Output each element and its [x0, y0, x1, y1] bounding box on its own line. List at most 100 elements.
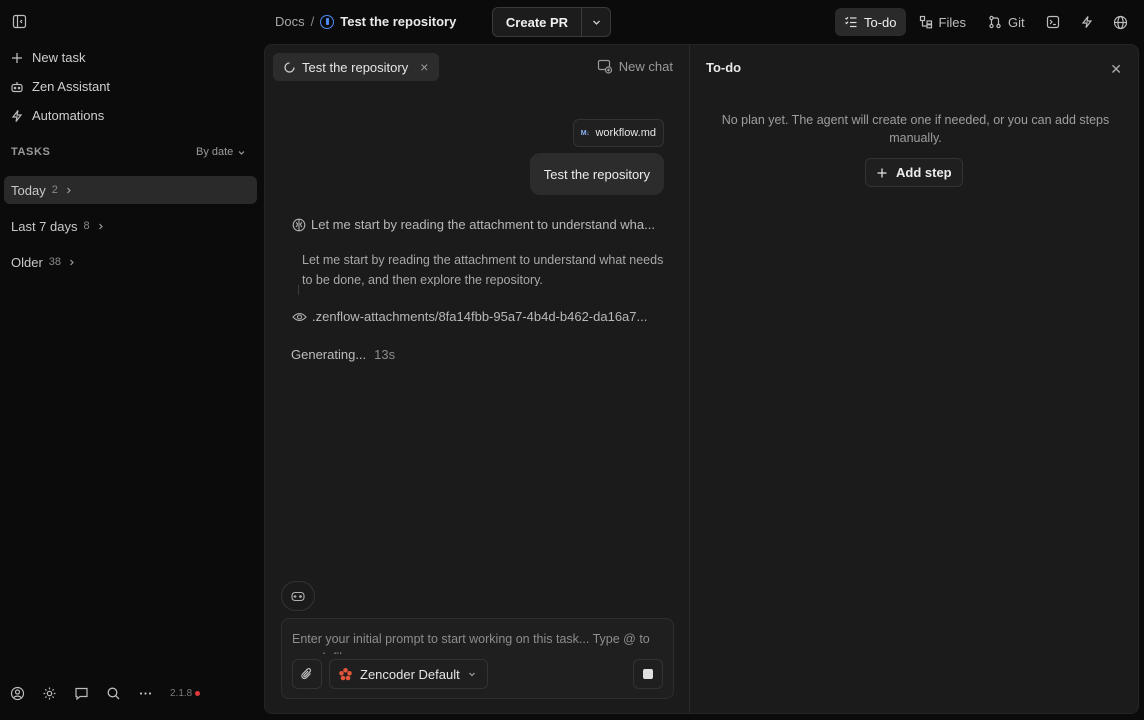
todo-pane: To-do ✕ No plan yet. The agent will crea… — [689, 45, 1138, 713]
task-group-older[interactable]: Older 38 — [4, 248, 257, 276]
panel-tabs: To-do Files Git — [835, 8, 1136, 36]
chevron-down-icon — [237, 148, 246, 157]
sort-label: By date — [196, 146, 234, 158]
globe-icon — [1113, 15, 1128, 30]
plus-icon — [10, 51, 24, 65]
model-name: Zencoder Default — [360, 666, 460, 682]
stop-icon — [643, 669, 653, 679]
generation-status: Generating... 13s — [291, 347, 395, 362]
chevron-right-icon — [96, 222, 105, 231]
breadcrumb-docs[interactable]: Docs — [275, 14, 305, 29]
group-count: 8 — [83, 220, 90, 232]
breadcrumb-separator: / — [310, 14, 315, 29]
model-selector[interactable]: Zencoder Default — [329, 659, 488, 689]
tab-todo[interactable]: To-do — [835, 8, 906, 36]
task-status-icon — [320, 14, 335, 29]
gamepad-icon — [291, 591, 305, 602]
prompt-input[interactable]: Enter your initial prompt to start worki… — [292, 630, 667, 654]
git-icon — [988, 15, 1002, 29]
prompt-composer: Enter your initial prompt to start worki… — [281, 618, 674, 699]
group-label: Today — [11, 182, 46, 198]
read-file-step[interactable]: .zenflow-attachments/8fa14fbb-95a7-4b4d-… — [292, 309, 647, 324]
todo-icon — [844, 15, 858, 29]
chevron-down-icon — [467, 669, 477, 679]
thinking-title: Let me start by reading the attachment t… — [311, 217, 655, 232]
plus-icon — [876, 167, 888, 179]
todo-empty-message: No plan yet. The agent will create one i… — [721, 113, 1110, 145]
chevron-right-icon — [67, 258, 76, 267]
tab-git[interactable]: Git — [979, 8, 1034, 36]
brain-icon — [292, 218, 306, 232]
sidebar-footer: 2.1.8 — [10, 686, 201, 701]
todo-title: To-do — [706, 60, 742, 75]
terminal-icon — [1046, 15, 1060, 29]
lightning-icon — [1080, 15, 1094, 29]
group-label: Older — [11, 254, 43, 270]
thread-connector — [298, 285, 299, 295]
attach-file-button[interactable] — [292, 659, 322, 689]
browser-button[interactable] — [1106, 8, 1136, 36]
group-count: 38 — [48, 256, 62, 268]
sort-dropdown[interactable]: By date — [196, 146, 246, 158]
update-dot — [195, 691, 201, 696]
account-icon[interactable] — [10, 686, 25, 701]
user-message: Test the repository — [529, 153, 664, 195]
sidebar: New task Zen Assistant Automations TASKS… — [0, 0, 264, 720]
chevron-down-icon — [591, 17, 602, 28]
automations-label: Automations — [32, 108, 105, 123]
read-file-path: .zenflow-attachments/8fa14fbb-95a7-4b4d-… — [312, 309, 648, 324]
task-group-today[interactable]: Today 2 — [4, 176, 257, 204]
search-icon[interactable] — [106, 686, 121, 701]
tab-label: To-do — [864, 14, 897, 30]
breadcrumb: Docs / Test the repository — [275, 14, 456, 29]
task-group-last-7-days[interactable]: Last 7 days 8 — [4, 212, 257, 240]
version-indicator: 2.1.8 — [170, 688, 201, 699]
tab-label: Files — [938, 14, 966, 30]
create-pr-dropdown[interactable] — [582, 8, 610, 36]
game-mode-button[interactable] — [281, 581, 315, 611]
attachment-chip[interactable]: M↓ workflow.md — [572, 119, 664, 147]
create-pr-split-button: Create PR — [492, 7, 611, 37]
zen-assistant-button[interactable]: Zen Assistant — [10, 79, 110, 94]
tab-files[interactable]: Files — [910, 8, 975, 36]
more-options-icon[interactable] — [138, 686, 153, 701]
chat-tab[interactable]: Test the repository × — [273, 53, 439, 81]
robot-icon — [10, 80, 24, 94]
terminal-button[interactable] — [1038, 8, 1068, 36]
thinking-step[interactable]: Let me start by reading the attachment t… — [292, 217, 655, 232]
create-pr-button[interactable]: Create PR — [493, 8, 582, 36]
add-step-label: Add step — [896, 165, 952, 180]
tasks-heading: TASKS — [11, 146, 51, 158]
actions-button[interactable] — [1072, 8, 1102, 36]
chat-pane: Test the repository × New chat M↓ workfl… — [265, 45, 689, 713]
files-icon — [919, 15, 933, 29]
feedback-chat-icon[interactable] — [74, 686, 89, 701]
new-task-label: New task — [32, 50, 86, 65]
new-chat-label: New chat — [618, 59, 673, 74]
group-count: 2 — [51, 184, 58, 196]
new-chat-button[interactable]: New chat — [597, 59, 673, 74]
chevron-right-icon — [64, 186, 73, 195]
attachment-name: workflow.md — [595, 127, 656, 139]
new-task-button[interactable]: New task — [10, 50, 85, 65]
automations-button[interactable]: Automations — [10, 108, 104, 123]
add-step-button[interactable]: Add step — [865, 158, 963, 187]
status-text: Generating... — [291, 347, 367, 362]
zen-assistant-label: Zen Assistant — [32, 79, 111, 94]
settings-gear-icon[interactable] — [42, 686, 57, 701]
task-title: Test the repository — [340, 14, 457, 29]
chat-tab-label: Test the repository — [302, 59, 409, 75]
eye-icon — [292, 311, 307, 323]
group-label: Last 7 days — [11, 218, 78, 234]
main-panel: Test the repository × New chat M↓ workfl… — [264, 44, 1139, 714]
tab-label: Git — [1007, 14, 1025, 30]
thinking-content: Let me start by reading the attachment t… — [302, 253, 664, 286]
toggle-sidebar-icon[interactable] — [12, 14, 27, 29]
loading-spinner-icon — [283, 61, 296, 74]
new-chat-icon — [597, 59, 613, 74]
close-icon[interactable]: ✕ — [1110, 61, 1122, 78]
lightning-icon — [10, 109, 24, 123]
stop-generation-button[interactable] — [633, 659, 663, 689]
paperclip-icon — [300, 667, 314, 681]
close-tab-icon[interactable]: × — [420, 59, 428, 75]
